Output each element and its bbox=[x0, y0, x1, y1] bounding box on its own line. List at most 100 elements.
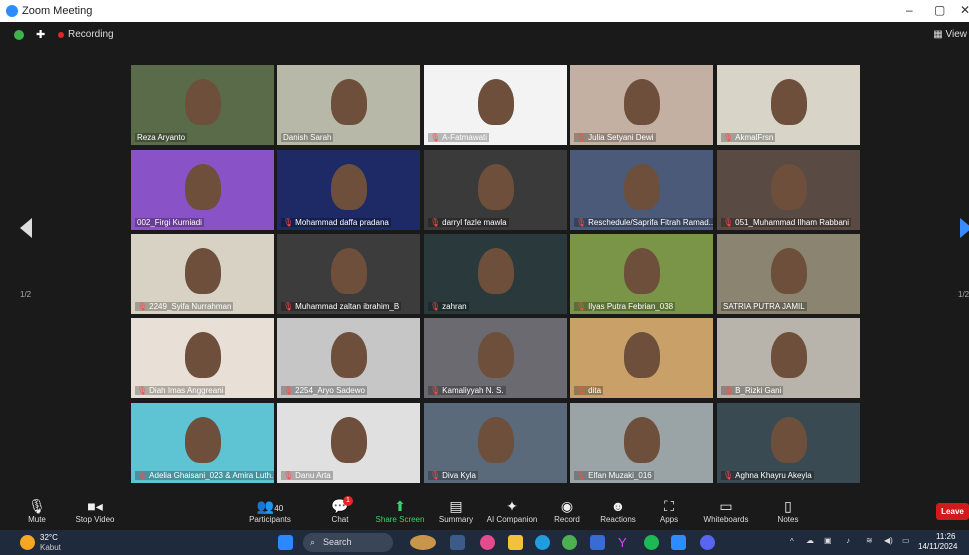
security-shield-icon[interactable] bbox=[14, 30, 24, 40]
taskbar-search[interactable]: ⌕ Search bbox=[303, 533, 393, 552]
plus-icon[interactable]: ✚ bbox=[36, 28, 45, 41]
chat-unread-badge: 1 bbox=[343, 496, 353, 506]
participant-name: AkmalFrsn bbox=[735, 133, 774, 142]
maximize-button[interactable]: ▢ bbox=[934, 3, 945, 17]
participant-tile[interactable]: 🎙 A-Fatmawati bbox=[424, 65, 567, 145]
participant-tile[interactable]: Reza Aryanto bbox=[131, 65, 274, 145]
start-menu-icon[interactable] bbox=[278, 535, 293, 550]
participant-tile[interactable]: 🎙 Muhammad zaltan ibrahim_B bbox=[277, 234, 420, 314]
participant-silhouette bbox=[771, 164, 807, 210]
participant-tile[interactable]: 🎙 Mohammad daffa pradana bbox=[277, 150, 420, 230]
muted-mic-icon: 🎙 bbox=[430, 133, 441, 142]
participant-tile[interactable]: 🎙 darryl fazle mawla bbox=[424, 150, 567, 230]
spotify-icon[interactable] bbox=[644, 535, 659, 550]
participant-tile[interactable]: 🎙 Ilyas Putra Febrian_038 bbox=[570, 234, 713, 314]
participant-tile[interactable]: SATRIA PUTRA JAMIL bbox=[717, 234, 860, 314]
participant-silhouette bbox=[624, 248, 660, 294]
participant-tile[interactable]: 🎙 B_Rizki Gani bbox=[717, 318, 860, 398]
participant-tile[interactable]: 🎙 dita bbox=[570, 318, 713, 398]
notes-button[interactable]: ▯ Notes bbox=[758, 497, 818, 524]
participants-icon: 👥40 bbox=[256, 498, 284, 514]
participant-tile[interactable]: 🎙 Kamaliyyah N. S. bbox=[424, 318, 567, 398]
edge-browser-icon[interactable] bbox=[535, 535, 550, 550]
wifi-icon[interactable]: ≋ bbox=[866, 536, 873, 545]
file-explorer-icon[interactable] bbox=[508, 535, 523, 550]
participant-tile[interactable]: 🎙 Aghna Khayru Akeyla bbox=[717, 403, 860, 483]
participant-tile[interactable]: 002_Firgi Kurniadi bbox=[131, 150, 274, 230]
store-icon[interactable] bbox=[590, 535, 605, 550]
volume-icon[interactable]: ◀) bbox=[884, 536, 893, 545]
participant-tile[interactable]: 🎙 Julia Setyani Dewi bbox=[570, 65, 713, 145]
participant-tile[interactable]: 🎙 AkmalFrsn bbox=[717, 65, 860, 145]
participant-name: Julia Setyani Dewi bbox=[588, 133, 654, 142]
participant-tile[interactable]: 🎙 Adelia Ghaisani_023 & Amira Luth... bbox=[131, 403, 274, 483]
chrome-browser-icon[interactable] bbox=[562, 535, 577, 550]
participant-tile[interactable]: 🎙 Elfan Muzaki_016 bbox=[570, 403, 713, 483]
participant-tile[interactable]: Danish Sarah bbox=[277, 65, 420, 145]
previous-page-icon[interactable] bbox=[20, 218, 32, 238]
page-indicator-left: 1/2 bbox=[20, 290, 32, 299]
share-screen-button[interactable]: ⬆ Share Screen bbox=[370, 497, 430, 524]
participant-name-label: 🎙 Julia Setyani Dewi bbox=[574, 133, 656, 142]
participant-tile[interactable]: 🎙 Diah Imas Anggreani bbox=[131, 318, 274, 398]
onedrive-cloud-icon[interactable]: ☁ bbox=[806, 536, 814, 545]
participant-name-label: 🎙 2254_Aryo Sadewo bbox=[281, 386, 367, 395]
clock-date[interactable]: 14/11/2024 bbox=[918, 542, 957, 551]
leave-button[interactable]: Leave bbox=[936, 503, 969, 520]
microphone-icon: 🎙 bbox=[28, 498, 46, 514]
widget-icon[interactable] bbox=[410, 535, 436, 550]
participant-tile[interactable]: 🎙 Diva Kyla bbox=[424, 403, 567, 483]
participant-name: SATRIA PUTRA JAMIL bbox=[723, 302, 805, 311]
whiteboards-button[interactable]: ▭ Whiteboards bbox=[696, 497, 756, 524]
participant-tile[interactable]: 🎙 2254_Aryo Sadewo bbox=[277, 318, 420, 398]
close-button[interactable]: ✕ bbox=[960, 3, 969, 17]
task-view-icon[interactable] bbox=[450, 535, 465, 550]
participant-tile[interactable]: 🎙 2249_Syifa Nurrahman bbox=[131, 234, 274, 314]
ai-companion-button[interactable]: ✦ AI Companion bbox=[482, 497, 542, 524]
minimize-button[interactable]: – bbox=[906, 3, 913, 17]
chat-button[interactable]: 💬 Chat bbox=[310, 497, 370, 524]
stop-video-button[interactable]: ■◂ Stop Video bbox=[65, 497, 125, 524]
participant-name-label: 🎙 Elfan Muzaki_016 bbox=[574, 471, 654, 480]
participant-silhouette bbox=[771, 332, 807, 378]
participant-name: 051_Muhammad Ilham Rabbani bbox=[735, 218, 849, 227]
muted-mic-icon: 🎙 bbox=[576, 302, 587, 311]
copilot-icon[interactable] bbox=[480, 535, 495, 550]
system-tray-icon[interactable]: ▣ bbox=[824, 536, 832, 545]
search-icon: ⌕ bbox=[310, 537, 316, 547]
participant-name-label: 🎙 Aghna Khayru Akeyla bbox=[721, 471, 814, 480]
participant-tile[interactable]: 🎙 Danu Arta bbox=[277, 403, 420, 483]
participant-name: Elfan Muzaki_016 bbox=[588, 471, 652, 480]
apps-button[interactable]: ⛶ Apps bbox=[639, 497, 699, 524]
recording-label[interactable]: Recording bbox=[68, 29, 114, 40]
participant-name-label: 🎙 Danu Arta bbox=[281, 471, 333, 480]
summary-icon: ▤ bbox=[449, 498, 463, 514]
participant-tile[interactable]: 🎙 051_Muhammad Ilham Rabbani bbox=[717, 150, 860, 230]
clock-time[interactable]: 11:26 bbox=[936, 532, 955, 541]
participant-silhouette bbox=[478, 79, 514, 125]
participant-name: Reza Aryanto bbox=[137, 133, 186, 142]
muted-mic-icon: 🎙 bbox=[430, 218, 441, 227]
participant-silhouette bbox=[185, 417, 221, 463]
view-button[interactable]: ▦ View bbox=[933, 29, 967, 40]
summary-button[interactable]: ▤ Summary bbox=[426, 497, 486, 524]
battery-icon[interactable]: ▭ bbox=[902, 536, 910, 545]
participant-silhouette bbox=[478, 332, 514, 378]
participants-button[interactable]: 👥40 Participants bbox=[240, 497, 300, 524]
discord-icon[interactable] bbox=[700, 535, 715, 550]
zoom-app-icon bbox=[6, 5, 18, 17]
microphone-tray-icon[interactable]: ♪ bbox=[846, 536, 850, 545]
window-titlebar: Zoom Meeting – ▢ ✕ bbox=[0, 0, 969, 22]
participant-name-label: 002_Firgi Kurniadi bbox=[135, 218, 204, 227]
mute-button[interactable]: 🎙 Mute bbox=[7, 497, 67, 524]
app-y-icon[interactable]: Y bbox=[618, 535, 633, 550]
participant-tile[interactable]: 🎙 zahran bbox=[424, 234, 567, 314]
participant-silhouette bbox=[478, 164, 514, 210]
chevron-up-icon[interactable]: ^ bbox=[790, 537, 794, 546]
participant-name-label: 🎙 Diah Imas Anggreani bbox=[135, 386, 226, 395]
participant-tile[interactable]: 🎙 Reschedule/Saprifa Fitrah Ramad... bbox=[570, 150, 713, 230]
participant-name: Muhammad zaltan ibrahim_B bbox=[295, 302, 400, 311]
weather-icon[interactable] bbox=[20, 535, 35, 550]
zoom-taskbar-icon[interactable] bbox=[671, 535, 686, 550]
next-page-icon[interactable] bbox=[960, 218, 969, 238]
